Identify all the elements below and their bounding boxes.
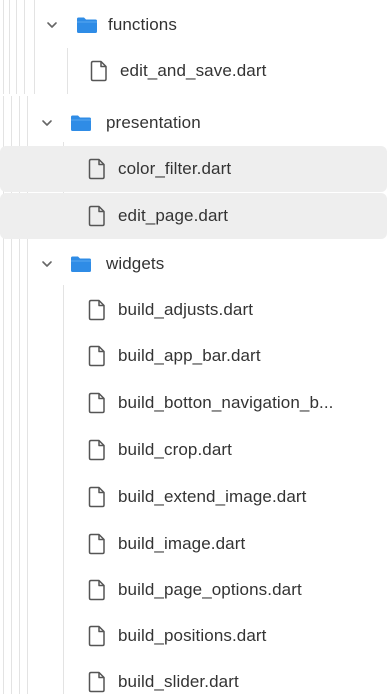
tree-item-file[interactable]: build_page_options.dart [0, 570, 388, 610]
file-label: build_app_bar.dart [118, 346, 261, 365]
tree-item-file[interactable]: edit_and_save.dart [0, 51, 388, 91]
tree-item-file[interactable]: color_filter.dart [0, 146, 387, 192]
file-icon [86, 625, 108, 647]
tree-item-file[interactable]: build_botton_navigation_b... [0, 383, 388, 423]
chevron-down-icon[interactable] [45, 18, 59, 32]
file-icon [86, 158, 108, 180]
file-icon [86, 205, 108, 227]
file-label: color_filter.dart [118, 159, 232, 178]
file-tree: functions edit_and_save.dart presentatio… [0, 0, 388, 694]
folder-label: functions [108, 15, 177, 34]
folder-icon [70, 112, 92, 134]
file-icon [86, 533, 108, 555]
chevron-down-icon[interactable] [40, 116, 54, 130]
tree-item-file[interactable]: build_app_bar.dart [0, 336, 388, 376]
folder-icon [70, 253, 92, 275]
file-label: build_adjusts.dart [118, 300, 254, 319]
file-label: edit_page.dart [118, 206, 229, 225]
tree-item-file[interactable]: build_crop.dart [0, 430, 388, 470]
file-icon [86, 392, 108, 414]
file-icon [86, 579, 108, 601]
file-label: build_botton_navigation_b... [118, 393, 334, 412]
file-icon [86, 671, 108, 693]
tree-item-file[interactable]: build_extend_image.dart [0, 477, 388, 517]
file-label: edit_and_save.dart [120, 61, 267, 80]
file-label: build_positions.dart [118, 626, 267, 645]
tree-item-file[interactable]: build_positions.dart [0, 616, 388, 656]
file-icon [86, 345, 108, 367]
file-label: build_crop.dart [118, 440, 232, 459]
folder-label: presentation [106, 113, 201, 132]
tree-item-folder-widgets[interactable]: widgets [0, 244, 388, 284]
file-icon [86, 299, 108, 321]
folder-label: widgets [106, 254, 165, 273]
tree-item-file[interactable]: build_adjusts.dart [0, 290, 388, 330]
file-icon [86, 439, 108, 461]
tree-item-file[interactable]: build_image.dart [0, 524, 388, 564]
file-label: build_slider.dart [118, 672, 239, 691]
file-label: build_image.dart [118, 534, 246, 553]
tree-item-folder-presentation[interactable]: presentation [0, 103, 388, 143]
file-label: build_page_options.dart [118, 580, 302, 599]
tree-item-file[interactable]: edit_page.dart [0, 193, 387, 239]
file-label: build_extend_image.dart [118, 487, 307, 506]
file-icon [88, 60, 110, 82]
chevron-down-icon[interactable] [40, 257, 54, 271]
tree-item-file[interactable]: build_slider.dart [0, 662, 388, 694]
tree-item-folder-functions[interactable]: functions [0, 5, 388, 45]
file-icon [86, 486, 108, 508]
folder-icon [76, 14, 98, 36]
